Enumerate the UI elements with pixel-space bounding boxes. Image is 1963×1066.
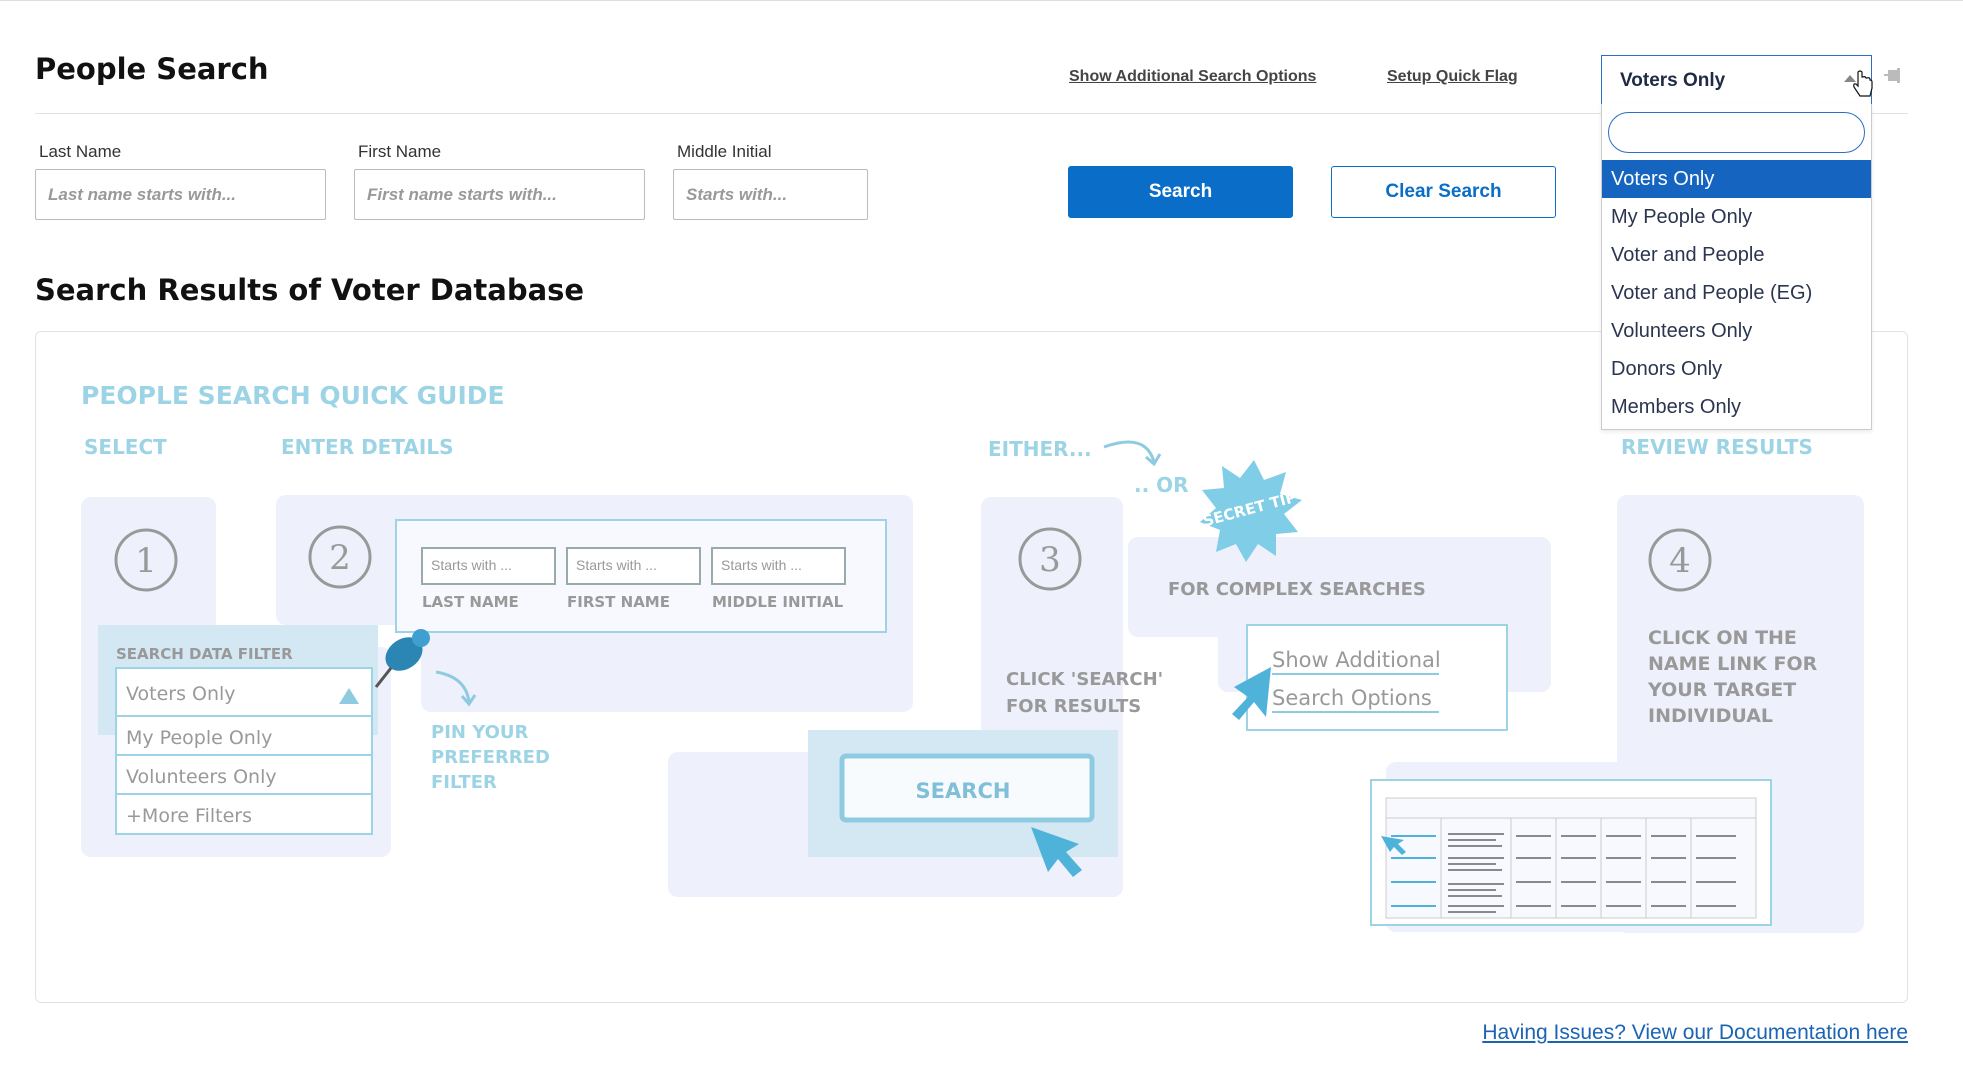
click-search-text-2: FOR RESULTS <box>1006 696 1141 717</box>
filter-option-donors-only[interactable]: Donors Only <box>1602 350 1871 388</box>
show-additional-mock-2: Search Options <box>1272 686 1432 710</box>
step-enter-label: ENTER DETAILS <box>281 435 454 459</box>
step-select-label: SELECT <box>84 435 167 459</box>
documentation-link[interactable]: Having Issues? View our Documentation he… <box>1482 1021 1908 1045</box>
filter-option-volunteers-only[interactable]: Volunteers Only <box>1602 312 1871 350</box>
last-name-label: Last Name <box>39 142 122 161</box>
guide-search-button: SEARCH <box>916 779 1011 803</box>
page-title: People Search <box>35 52 269 86</box>
pin-text-3: FILTER <box>431 772 497 793</box>
clear-search-button[interactable]: Clear Search <box>1331 166 1556 218</box>
step-1-number: 1 <box>135 541 157 581</box>
results-section-title: Search Results of Voter Database <box>35 273 585 307</box>
search-button[interactable]: Search <box>1068 166 1293 218</box>
show-additional-search-options-link[interactable]: Show Additional Search Options <box>1069 68 1316 86</box>
step-3-number: 3 <box>1039 540 1061 580</box>
mini-starts-2: Starts with ... <box>576 557 657 573</box>
quick-guide-panel: PEOPLE SEARCH QUICK GUIDE SELECT ENTER D… <box>35 331 1908 1003</box>
middle-initial-input[interactable]: Starts with... <box>673 169 868 220</box>
filter-option-voters-only[interactable]: Voters Only <box>1602 160 1871 198</box>
guide-title: PEOPLE SEARCH QUICK GUIDE <box>81 381 505 410</box>
pin-icon[interactable] <box>1884 67 1906 85</box>
filter-mock-selected: Voters Only <box>126 683 236 705</box>
last-name-input[interactable]: Last name starts with... <box>35 169 326 220</box>
review-text-1: CLICK ON THE <box>1648 627 1797 649</box>
step-either-label: EITHER... <box>988 437 1092 461</box>
filter-mock-item-1: My People Only <box>126 727 272 749</box>
mini-starts-3: Starts with ... <box>721 557 802 573</box>
middle-initial-label: Middle Initial <box>677 142 772 161</box>
pin-text-2: PREFERRED <box>431 747 550 768</box>
review-text-2: NAME LINK FOR <box>1648 653 1818 675</box>
first-name-label: First Name <box>358 142 442 161</box>
filter-mock-item-2: Volunteers Only <box>126 766 277 788</box>
show-additional-mock-1: Show Additional <box>1272 648 1441 672</box>
filter-option-voter-and-people[interactable]: Voter and People <box>1602 236 1871 274</box>
filter-dropdown-menu: Voters Only My People Only Voter and Peo… <box>1601 104 1872 430</box>
top-border <box>0 0 1963 1</box>
filter-option-my-people-only[interactable]: My People Only <box>1602 198 1871 236</box>
mini-last-label: LAST NAME <box>422 593 519 611</box>
mini-starts-1: Starts with ... <box>431 557 512 573</box>
pin-text-1: PIN YOUR <box>431 722 529 743</box>
filter-option-voter-and-people-eg[interactable]: Voter and People (EG) <box>1602 274 1871 312</box>
mini-first-label: FIRST NAME <box>567 593 670 611</box>
step-2-number: 2 <box>329 538 351 578</box>
first-name-input[interactable]: First name starts with... <box>354 169 645 220</box>
hand-cursor-icon <box>1853 70 1873 97</box>
filter-mock-heading: SEARCH DATA FILTER <box>116 645 293 663</box>
review-text-3: YOUR TARGET <box>1647 679 1796 701</box>
click-search-text-1: CLICK 'SEARCH' <box>1006 669 1163 690</box>
filter-mock-item-3: +More Filters <box>126 805 252 827</box>
filter-search-input[interactable] <box>1608 112 1865 153</box>
step-review-label: REVIEW RESULTS <box>1621 435 1813 459</box>
search-filter-select[interactable]: Voters Only <box>1601 55 1873 106</box>
filter-option-members-only[interactable]: Members Only <box>1602 388 1871 426</box>
mini-middle-label: MIDDLE INITIAL <box>712 593 844 611</box>
step-4-number: 4 <box>1669 541 1691 581</box>
quick-guide-illustration: PEOPLE SEARCH QUICK GUIDE SELECT ENTER D… <box>81 381 1864 933</box>
step-or-label: .. OR <box>1134 473 1189 497</box>
complex-searches-text: FOR COMPLEX SEARCHES <box>1168 579 1426 600</box>
setup-quick-flag-link[interactable]: Setup Quick Flag <box>1387 68 1518 86</box>
search-filter-selected: Voters Only <box>1620 69 1726 91</box>
review-text-4: INDIVIDUAL <box>1648 705 1773 727</box>
